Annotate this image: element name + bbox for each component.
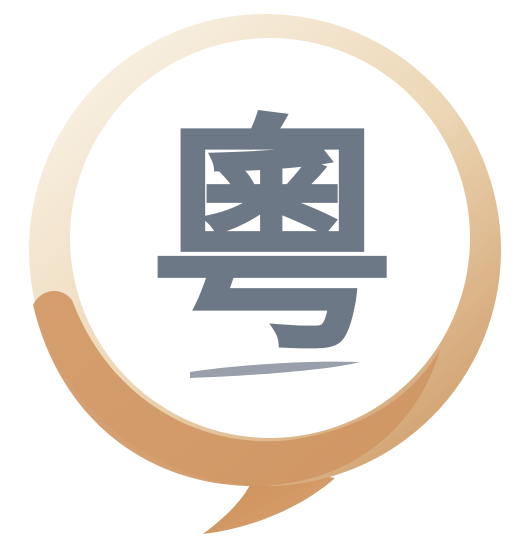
calligraphy-glyph: 粵: [147, 90, 397, 384]
app-logo: 粵: [0, 0, 518, 536]
logo-svg: 粵: [29, 14, 501, 534]
